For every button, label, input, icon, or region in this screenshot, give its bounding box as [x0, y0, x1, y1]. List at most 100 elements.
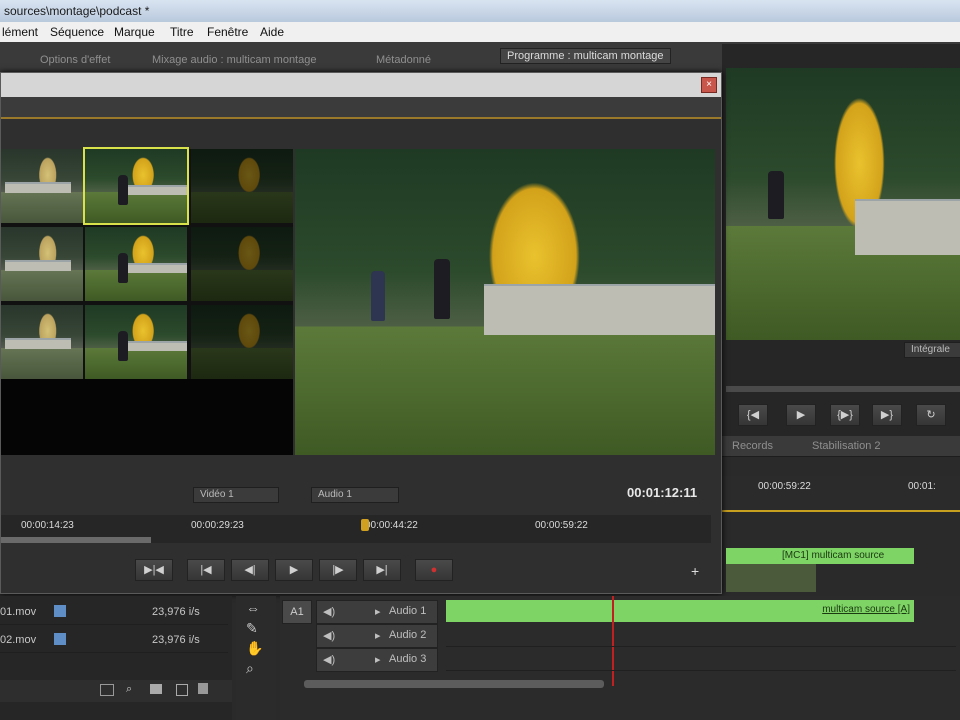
camera-angle-1[interactable]: [1, 149, 83, 223]
multicam-title-bar: ×: [1, 73, 721, 97]
multicam-program-preview: [295, 149, 715, 455]
new-item-icon[interactable]: [176, 684, 188, 696]
program-scrub-bar[interactable]: [726, 386, 960, 392]
project-panel: 01.mov 23,976 i/s 02.mov 23,976 i/s ⌕: [0, 596, 232, 720]
menu-element[interactable]: lément: [2, 25, 38, 39]
speaker-icon[interactable]: ◀): [323, 653, 335, 666]
video-clip-thumbnails: [726, 564, 816, 592]
menu-marker[interactable]: Marque: [114, 25, 155, 39]
multicam-monitor-window: × Vidéo 1 Audio 1 00:01:12:11 00:00:14:2…: [0, 72, 722, 594]
new-bin-icon[interactable]: [150, 684, 162, 694]
track-header-audio-2[interactable]: ◀) ▸ Audio 2: [316, 624, 438, 648]
program-video-frame: [726, 68, 960, 340]
audio-3-lane[interactable]: [446, 648, 956, 671]
tab-effect-options[interactable]: Options d'effet: [40, 54, 110, 66]
camera-angle-2-selected[interactable]: [83, 147, 189, 225]
expand-icon[interactable]: ▸: [375, 653, 381, 666]
ruler-tc-2: 00:01:: [908, 481, 936, 492]
track-label: Audio 3: [389, 653, 427, 665]
window-title: sources\montage\podcast *: [4, 4, 150, 18]
track-label: Audio 2: [389, 629, 427, 641]
step-back-button[interactable]: ◀|: [231, 559, 269, 581]
ruler-label-4: 00:00:59:22: [535, 520, 588, 531]
track-target-a1[interactable]: A1: [282, 600, 312, 624]
clip-name: 02.mov: [0, 634, 37, 646]
go-out-button[interactable]: ▶}: [872, 404, 902, 426]
menu-bar: lément Séquence Marque Titre Fenêtre Aid…: [0, 22, 960, 42]
clip-name: 01.mov: [0, 606, 37, 618]
video-clip[interactable]: [MC1] multicam source: [726, 548, 914, 564]
current-timecode[interactable]: 00:01:12:11: [627, 485, 697, 500]
add-button[interactable]: +: [691, 563, 699, 579]
clip-frame-rate: 23,976 i/s: [152, 634, 200, 646]
multicam-subheader: [1, 97, 721, 119]
project-toolbar: ⌕: [0, 680, 232, 702]
camera-angle-8[interactable]: [85, 305, 187, 379]
camera-angle-5[interactable]: [85, 227, 187, 301]
tab-stabilisation[interactable]: Stabilisation 2: [812, 440, 881, 452]
speaker-icon[interactable]: ◀): [323, 605, 335, 618]
record-button[interactable]: ●: [415, 559, 453, 581]
camera-angle-4[interactable]: [1, 227, 83, 301]
project-row[interactable]: 02.mov 23,976 i/s: [0, 628, 228, 653]
tab-records[interactable]: Records: [732, 440, 773, 452]
video-clip-label: [MC1] multicam source: [782, 550, 885, 561]
tab-audio-mixer[interactable]: Mixage audio : multicam montage: [152, 54, 316, 66]
program-play-button[interactable]: ▶: [786, 404, 816, 426]
tab-metadata[interactable]: Métadonné: [376, 54, 431, 66]
playhead-icon[interactable]: [361, 519, 369, 531]
expand-icon[interactable]: ▸: [375, 629, 381, 642]
camera-grid[interactable]: [1, 147, 293, 379]
timeline-panel: [MC1] multicam source A1 ◀) ▸ Audio 1 ◀)…: [280, 548, 960, 720]
trash-icon[interactable]: [198, 683, 208, 694]
go-to-out-button[interactable]: ▶|: [363, 559, 401, 581]
project-row[interactable]: 01.mov 23,976 i/s: [0, 600, 228, 625]
tab-program-monitor[interactable]: Programme : multicam montage: [500, 48, 671, 64]
close-icon[interactable]: ×: [701, 77, 717, 93]
camera-angle-9[interactable]: [191, 305, 293, 379]
speaker-icon[interactable]: ◀): [323, 629, 335, 642]
play-button[interactable]: ▶: [275, 559, 313, 581]
camera-angle-3[interactable]: [191, 149, 293, 223]
timeline-scrollbar[interactable]: [304, 680, 604, 688]
title-bar: sources\montage\podcast *: [0, 0, 960, 22]
zoom-tool-icon[interactable]: ⌕: [246, 660, 254, 677]
list-view-icon[interactable]: [100, 684, 114, 696]
ruler-label-2: 00:00:29:23: [191, 520, 244, 531]
loop-button[interactable]: ↻: [916, 404, 946, 426]
track-header-audio-3[interactable]: ◀) ▸ Audio 3: [316, 648, 438, 672]
menu-help[interactable]: Aide: [260, 25, 284, 39]
hand-tool-icon[interactable]: ✋: [246, 640, 263, 657]
track-label: Audio 1: [389, 605, 427, 617]
menu-title[interactable]: Titre: [170, 25, 194, 39]
menu-sequence[interactable]: Séquence: [50, 25, 104, 39]
fit-dropdown[interactable]: Intégrale: [904, 342, 960, 358]
camera-angle-6[interactable]: [191, 227, 293, 301]
go-to-in-button[interactable]: |◀: [187, 559, 225, 581]
export-frame-button[interactable]: ▶|◀: [135, 559, 173, 581]
play-in-out-button[interactable]: {▶}: [830, 404, 860, 426]
expand-icon[interactable]: ▸: [375, 605, 381, 618]
timeline-ruler[interactable]: 00:00:59:22 00:01:: [722, 476, 960, 512]
audio-track-dropdown[interactable]: Audio 1: [311, 487, 399, 503]
ruler-label-1: 00:00:14:23: [21, 520, 74, 531]
step-forward-button[interactable]: |▶: [319, 559, 357, 581]
camera-grid-empty: [1, 379, 293, 455]
zoom-scroll-bar[interactable]: [1, 537, 151, 543]
selection-tool-icon[interactable]: ⇔: [246, 600, 260, 616]
track-header-audio-1[interactable]: ◀) ▸ Audio 1: [316, 600, 438, 624]
clip-frame-rate: 23,976 i/s: [152, 606, 200, 618]
multicam-time-ruler[interactable]: 00:00:14:23 00:00:29:23 00:00:44:22 00:0…: [1, 515, 711, 543]
clip-label-color: [54, 633, 66, 645]
mark-in-button[interactable]: {◀: [738, 404, 768, 426]
search-icon[interactable]: ⌕: [126, 683, 132, 696]
clip-label-color: [54, 605, 66, 617]
audio-clip-label: multicam source [A]: [822, 604, 910, 615]
video-track-dropdown[interactable]: Vidéo 1: [193, 487, 279, 503]
audio-clip[interactable]: multicam source [A]: [446, 600, 914, 622]
pen-tool-icon[interactable]: ✎: [246, 620, 258, 637]
program-monitor: Intégrale {◀ ▶ {▶} ▶} ↻: [722, 44, 960, 444]
audio-2-lane[interactable]: [446, 624, 956, 647]
menu-window[interactable]: Fenêtre: [207, 25, 248, 39]
camera-angle-7[interactable]: [1, 305, 83, 379]
